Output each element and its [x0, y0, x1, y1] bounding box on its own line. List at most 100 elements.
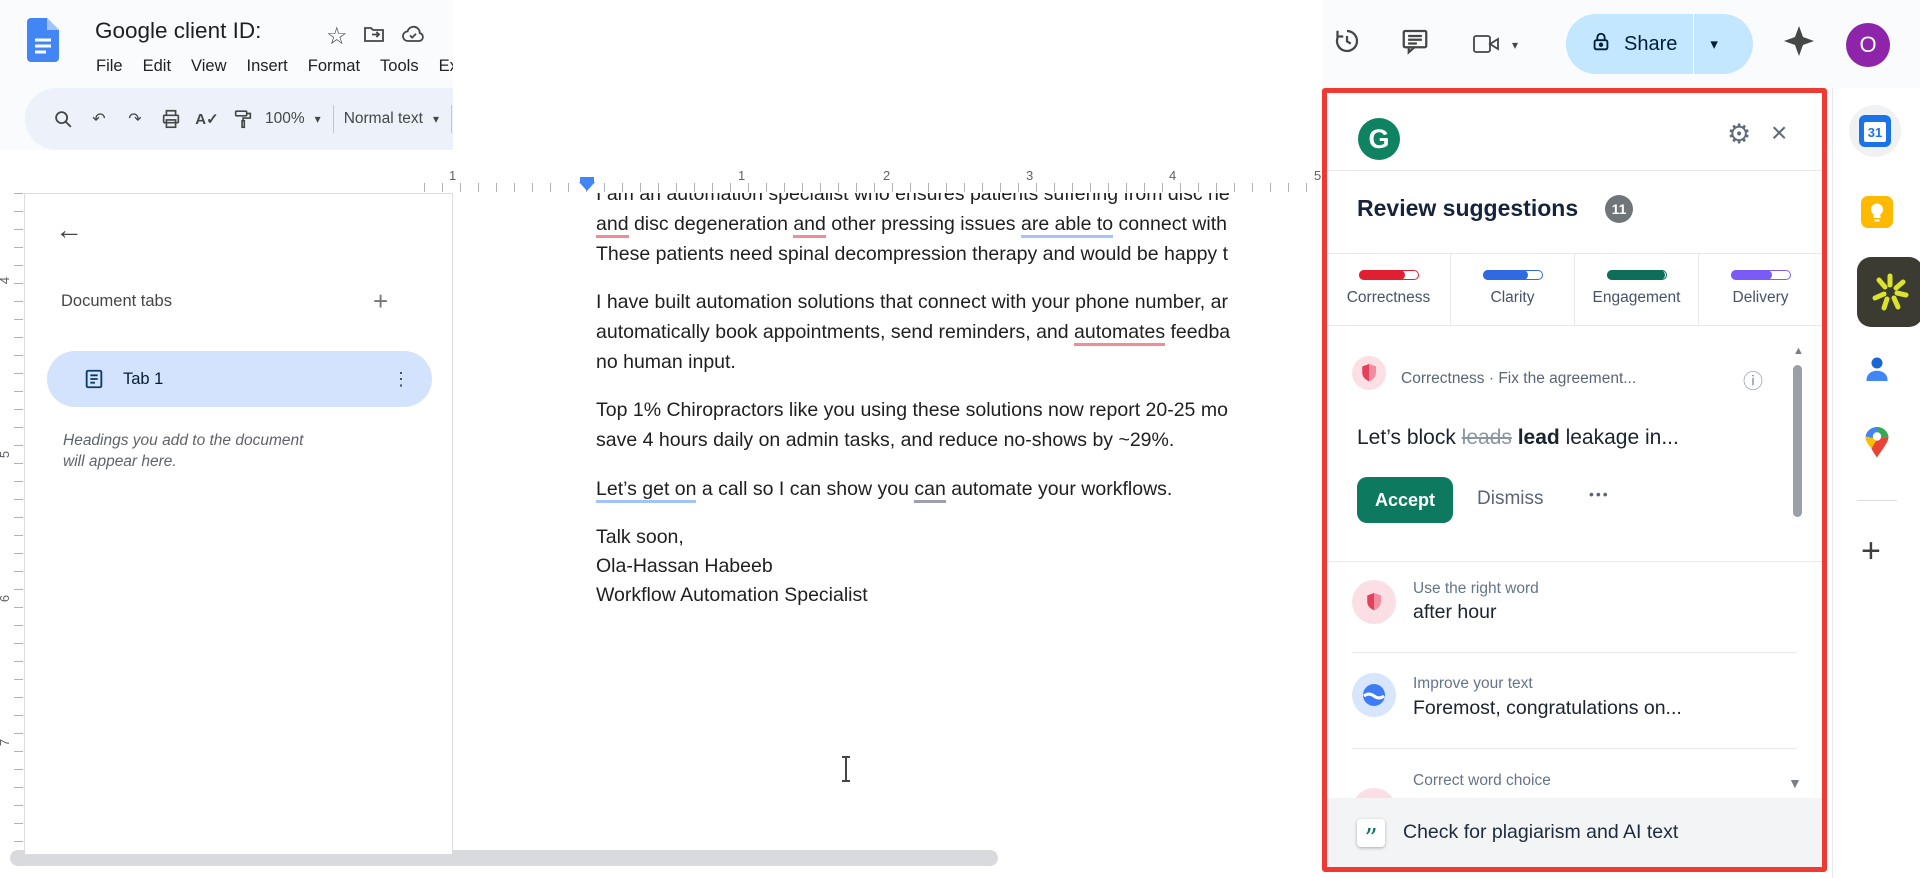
paint-format-icon[interactable] — [225, 99, 261, 139]
side-panel-rail: 31 + — [1832, 88, 1920, 878]
tab-label: Tab 1 — [123, 370, 163, 389]
suggestion-category-label[interactable]: Correctness · Fix the agreement... — [1401, 370, 1636, 388]
menu-insert[interactable]: Insert — [237, 54, 298, 79]
doc-line: Ola-Hassan Habeeb — [596, 553, 773, 580]
document-tab-icon — [83, 368, 105, 390]
search-menus-icon[interactable] — [45, 99, 81, 139]
delivery-score-pill — [1731, 270, 1791, 280]
suggestion-sentence: Let’s block leads lead leakage in... — [1357, 426, 1679, 450]
removed-word: leads — [1462, 426, 1512, 449]
headings-hint: Headings you add to the document will ap… — [63, 430, 315, 472]
document-title[interactable]: Google client ID: — [95, 18, 261, 44]
doc-line: automatically book appointments, send re… — [596, 319, 1230, 346]
zoom-select[interactable]: 100% — [261, 110, 309, 128]
grammarly-panel: G ⚙ × Review suggestions 11 Correctness … — [1322, 88, 1827, 872]
meet-dropdown-icon[interactable]: ▾ — [1512, 38, 1518, 52]
suggestion-category-tabs: Correctness Clarity Engagement Delivery — [1327, 253, 1822, 325]
tab-engagement[interactable]: Engagement — [1575, 253, 1699, 325]
dismiss-button[interactable]: Dismiss — [1477, 488, 1544, 510]
redo-icon[interactable]: ↷ — [117, 99, 153, 139]
grammarly-settings-icon[interactable]: ⚙ — [1727, 119, 1751, 150]
suggestion-item-title[interactable]: Use the right word — [1413, 580, 1539, 598]
print-icon[interactable] — [153, 99, 189, 139]
text-cursor — [845, 756, 847, 782]
document-tabs-panel: ← Document tabs + Tab 1 ⋮ Headings you a… — [24, 193, 453, 855]
tab-item-tab1[interactable]: Tab 1 ⋮ — [47, 351, 432, 407]
correctness-shield-icon — [1352, 356, 1386, 390]
menu-edit[interactable]: Edit — [133, 54, 181, 79]
paragraph-style-select[interactable]: Normal text — [340, 110, 427, 128]
suggestion-item-title[interactable]: Improve your text — [1413, 675, 1533, 693]
clarity-underline[interactable]: Let’s get on — [596, 478, 696, 503]
style-dropdown-icon[interactable]: ▾ — [427, 112, 445, 126]
maps-icon[interactable] — [1862, 426, 1892, 460]
doc-line: save 4 hours daily on admin tasks, and r… — [596, 427, 1174, 454]
suggestion-item-title[interactable]: Correct word choice — [1413, 772, 1551, 790]
doc-line: These patients need spinal decompression… — [596, 241, 1228, 268]
contacts-icon[interactable] — [1862, 354, 1892, 384]
suggestions-count-badge: 11 — [1605, 195, 1633, 223]
scroll-up-icon[interactable]: ▲ — [1793, 345, 1804, 357]
spell-check-icon[interactable]: A✓ — [189, 99, 225, 139]
grammarly-close-icon[interactable]: × — [1771, 117, 1787, 149]
account-avatar[interactable]: O — [1846, 23, 1890, 67]
cloud-saved-icon[interactable] — [400, 22, 426, 51]
menu-file[interactable]: File — [86, 54, 133, 79]
share-button[interactable]: Share ▾ — [1566, 14, 1753, 74]
added-word: lead — [1518, 426, 1560, 449]
tab-clarity[interactable]: Clarity — [1451, 253, 1575, 325]
menu-format[interactable]: Format — [298, 54, 370, 79]
vertical-ruler[interactable]: 4 5 6 7 — [0, 193, 24, 855]
info-icon[interactable]: ⓘ — [1743, 365, 1763, 394]
get-addons-button[interactable]: + — [1861, 532, 1881, 571]
menu-tools[interactable]: Tools — [370, 54, 429, 79]
document-page[interactable]: I am an automation specialist who ensure… — [453, 0, 1322, 878]
share-dropdown-icon[interactable]: ▾ — [1710, 35, 1718, 53]
star-icon[interactable]: ☆ — [326, 25, 348, 49]
svg-text:31: 31 — [1868, 125, 1882, 140]
clarity-underline[interactable]: are able to — [1021, 213, 1113, 238]
plagiarism-check-button[interactable]: ” Check for plagiarism and AI text — [1327, 798, 1822, 867]
meet-video-icon[interactable] — [1472, 32, 1502, 61]
lock-icon — [1590, 30, 1612, 59]
back-arrow-icon[interactable]: ← — [55, 214, 83, 246]
zoom-dropdown-icon[interactable]: ▾ — [309, 112, 327, 126]
scroll-down-icon[interactable]: ▼ — [1788, 775, 1802, 791]
tab-options-icon[interactable]: ⋮ — [392, 369, 410, 390]
clarity-circle-icon — [1352, 673, 1396, 717]
horizontal-ruler[interactable]: 1 1 2 3 4 5 — [424, 150, 1322, 193]
menu-view[interactable]: View — [181, 54, 236, 79]
correctness-underline[interactable]: and — [793, 213, 826, 238]
clarity-score-pill — [1483, 270, 1543, 280]
calendar-icon[interactable]: 31 — [1849, 105, 1901, 157]
doc-line: I have built automation solutions that c… — [596, 289, 1228, 316]
doc-line: Workflow Automation Specialist — [596, 582, 868, 609]
panel-scrollbar-thumb[interactable] — [1793, 365, 1802, 517]
doc-line: Let’s get on a call so I can show you ca… — [596, 476, 1172, 503]
doc-line: no human input. — [596, 349, 736, 376]
gemini-sparkle-icon[interactable] — [1782, 24, 1816, 63]
correctness-underline[interactable]: and — [596, 213, 629, 238]
delivery-underline[interactable]: can — [914, 478, 945, 503]
keep-icon[interactable] — [1860, 195, 1894, 229]
accept-button[interactable]: Accept — [1357, 477, 1453, 523]
indent-marker[interactable] — [579, 177, 595, 193]
doc-line: Talk soon, — [596, 524, 684, 551]
grammarly-logo-icon: G — [1358, 118, 1400, 160]
tab-delivery[interactable]: Delivery — [1699, 253, 1822, 325]
suggestion-item-text[interactable]: after hour — [1413, 601, 1496, 624]
undo-icon[interactable]: ↶ — [81, 99, 117, 139]
engagement-score-pill — [1607, 270, 1667, 280]
add-tab-button[interactable]: + — [373, 286, 388, 317]
tab-correctness[interactable]: Correctness — [1327, 253, 1451, 325]
move-folder-icon[interactable] — [362, 22, 386, 51]
suggestion-item-text[interactable]: Foremost, congratulations on... — [1413, 697, 1682, 720]
comments-icon[interactable] — [1400, 26, 1430, 61]
version-history-icon[interactable] — [1332, 26, 1362, 61]
review-suggestions-title: Review suggestions — [1357, 195, 1578, 222]
google-docs-logo-icon[interactable] — [27, 18, 59, 67]
correctness-underline[interactable]: automates — [1074, 321, 1165, 346]
document-tabs-heading: Document tabs — [61, 292, 172, 311]
extension-starburst-icon[interactable] — [1857, 257, 1920, 327]
more-options-button[interactable]: ••• — [1589, 486, 1610, 502]
